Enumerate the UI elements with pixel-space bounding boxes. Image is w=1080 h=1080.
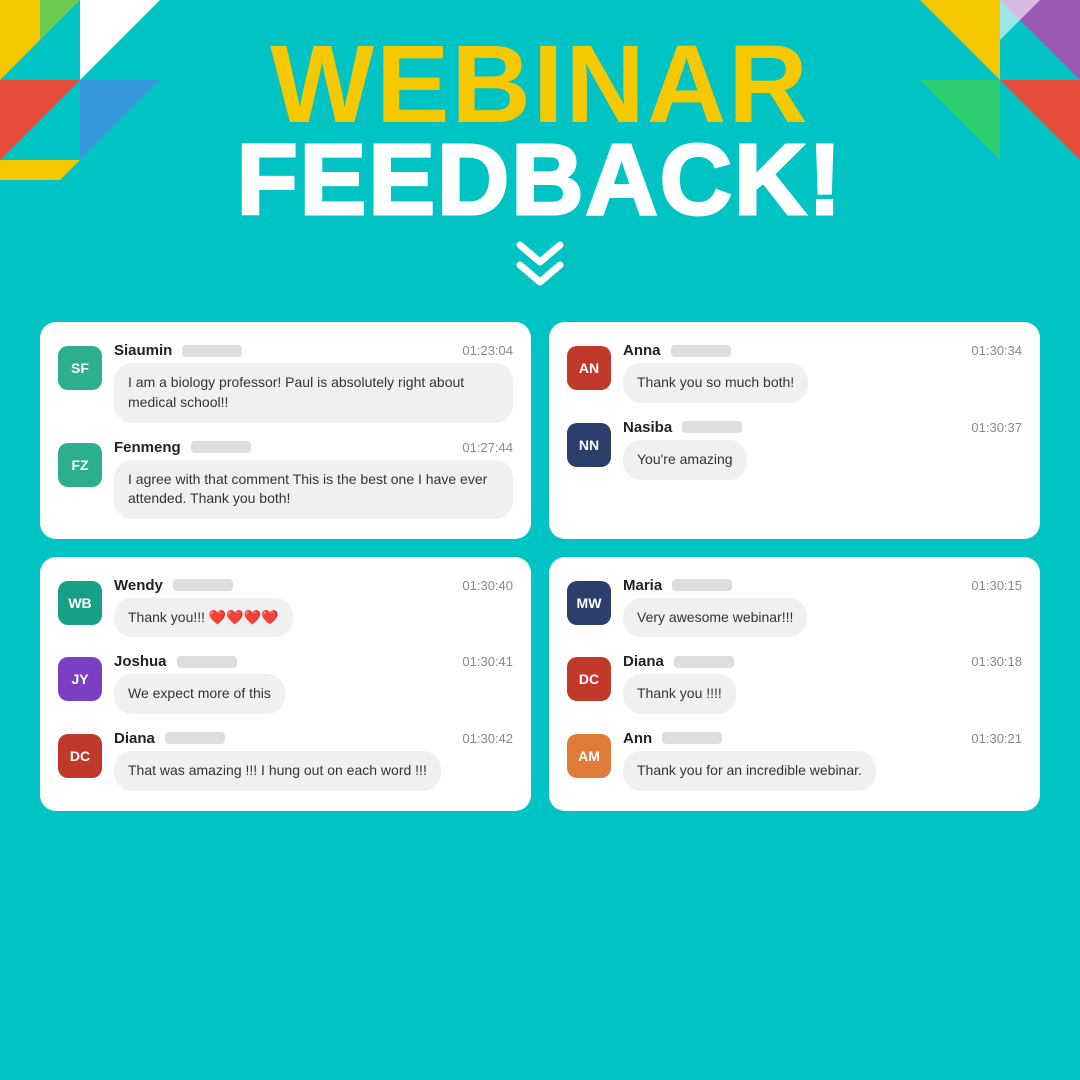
name-blur [173,579,233,591]
name-blur [674,656,734,668]
sender-name: Wendy [114,577,163,594]
message-content: Fenmeng 01:27:44 I agree with that comment… [114,439,513,519]
name-blur [671,345,731,357]
avatar: DC [567,657,611,701]
message-content: Diana 01:30:18 Thank you !!!! [623,653,1022,714]
message-header: Joshua 01:30:41 [114,653,513,670]
name-blur [165,732,225,744]
message-header: Maria 01:30:15 [623,577,1022,594]
message-bubble: Thank you so much both! [623,363,808,403]
message-bubble: Thank you !!!! [623,674,736,714]
card-bottom-left: WB Wendy 01:30:40 Thank you!!! ❤️❤️❤️❤️ JY Jo… [40,557,531,811]
sender-name: Nasiba [623,419,672,436]
timestamp: 01:30:42 [462,731,513,746]
sender-name: Joshua [114,653,167,670]
timestamp: 01:30:37 [971,420,1022,435]
message-header: Nasiba 01:30:37 [623,419,1022,436]
avatar: FZ [58,443,102,487]
message-bubble: I am a biology professor! Paul is absolu… [114,363,513,422]
timestamp: 01:23:04 [462,343,513,358]
name-blur [177,656,237,668]
message-content: Diana 01:30:42 That was amazing !!! I hung… [114,730,513,791]
message-bubble: You're amazing [623,440,747,480]
cards-container: SF Siaumin 01:23:04 I am a biology professo… [0,304,1080,840]
timestamp: 01:30:21 [971,731,1022,746]
message-header: Wendy 01:30:40 [114,577,513,594]
message-item: FZ Fenmeng 01:27:44 I agree with that comme… [58,439,513,519]
title-feedback: FEEDBACK! [0,130,1080,230]
message-content: Joshua 01:30:41 We expect more of this [114,653,513,714]
avatar: AM [567,734,611,778]
sender-name: Diana [114,730,155,747]
chevron-icon [0,240,1080,294]
avatar: NN [567,423,611,467]
message-item: DC Diana 01:30:18 Thank you !!!! [567,653,1022,714]
avatar: SF [58,346,102,390]
message-item: MW Maria 01:30:15 Very awesome webinar!!! [567,577,1022,638]
sender-name: Fenmeng [114,439,181,456]
message-content: Nasiba 01:30:37 You're amazing [623,419,1022,480]
message-header: Siaumin 01:23:04 [114,342,513,359]
message-header: Diana 01:30:18 [623,653,1022,670]
background: WEBINAR FEEDBACK! SF Siaumin 01:23:04 I am … [0,0,1080,1080]
card-top-left: SF Siaumin 01:23:04 I am a biology professo… [40,322,531,538]
message-item: JY Joshua 01:30:41 We expect more of this [58,653,513,714]
name-blur [672,579,732,591]
message-header: Diana 01:30:42 [114,730,513,747]
sender-name: Siaumin [114,342,172,359]
sender-name: Maria [623,577,662,594]
name-blur [682,421,742,433]
card-bottom-right: MW Maria 01:30:15 Very awesome webinar!!! DC… [549,557,1040,811]
message-content: Wendy 01:30:40 Thank you!!! ❤️❤️❤️❤️ [114,577,513,638]
avatar: WB [58,581,102,625]
message-item: AN Anna 01:30:34 Thank you so much both! [567,342,1022,403]
message-bubble: Very awesome webinar!!! [623,598,807,638]
message-content: Anna 01:30:34 Thank you so much both! [623,342,1022,403]
card-top-right: ANAnna01:30:34Thank you so much both!NNN… [549,322,1040,538]
sender-name: Diana [623,653,664,670]
message-header: Ann 01:30:21 [623,730,1022,747]
message-item: NN Nasiba 01:30:37 You're amazing [567,419,1022,480]
message-content: Ann 01:30:21 Thank you for an incredible w… [623,730,1022,791]
message-content: Siaumin 01:23:04 I am a biology professor!… [114,342,513,422]
avatar: AN [567,346,611,390]
message-item: WB Wendy 01:30:40 Thank you!!! ❤️❤️❤️❤️ [58,577,513,638]
sender-name: Ann [623,730,652,747]
name-blur [182,345,242,357]
avatar: DC [58,734,102,778]
timestamp: 01:30:40 [462,578,513,593]
name-blur [662,732,722,744]
avatar: MW [567,581,611,625]
message-bubble: We expect more of this [114,674,285,714]
message-header: Anna 01:30:34 [623,342,1022,359]
message-item: AM Ann 01:30:21 Thank you for an incredible… [567,730,1022,791]
timestamp: 01:30:18 [971,654,1022,669]
message-content: Maria 01:30:15 Very awesome webinar!!! [623,577,1022,638]
message-bubble: Thank you for an incredible webinar. [623,751,876,791]
name-blur [191,441,251,453]
message-bubble: Thank you!!! ❤️❤️❤️❤️ [114,598,293,638]
timestamp: 01:30:15 [971,578,1022,593]
header: WEBINAR FEEDBACK! [0,0,1080,230]
timestamp: 01:27:44 [462,440,513,455]
message-item: DC Diana 01:30:42 That was amazing !!! I hu… [58,730,513,791]
message-bubble: That was amazing !!! I hung out on each … [114,751,441,791]
message-header: Fenmeng 01:27:44 [114,439,513,456]
sender-name: Anna [623,342,661,359]
avatar: JY [58,657,102,701]
message-item: SF Siaumin 01:23:04 I am a biology professo… [58,342,513,422]
timestamp: 01:30:34 [971,343,1022,358]
message-bubble: I agree with that comment This is the be… [114,460,513,519]
timestamp: 01:30:41 [462,654,513,669]
